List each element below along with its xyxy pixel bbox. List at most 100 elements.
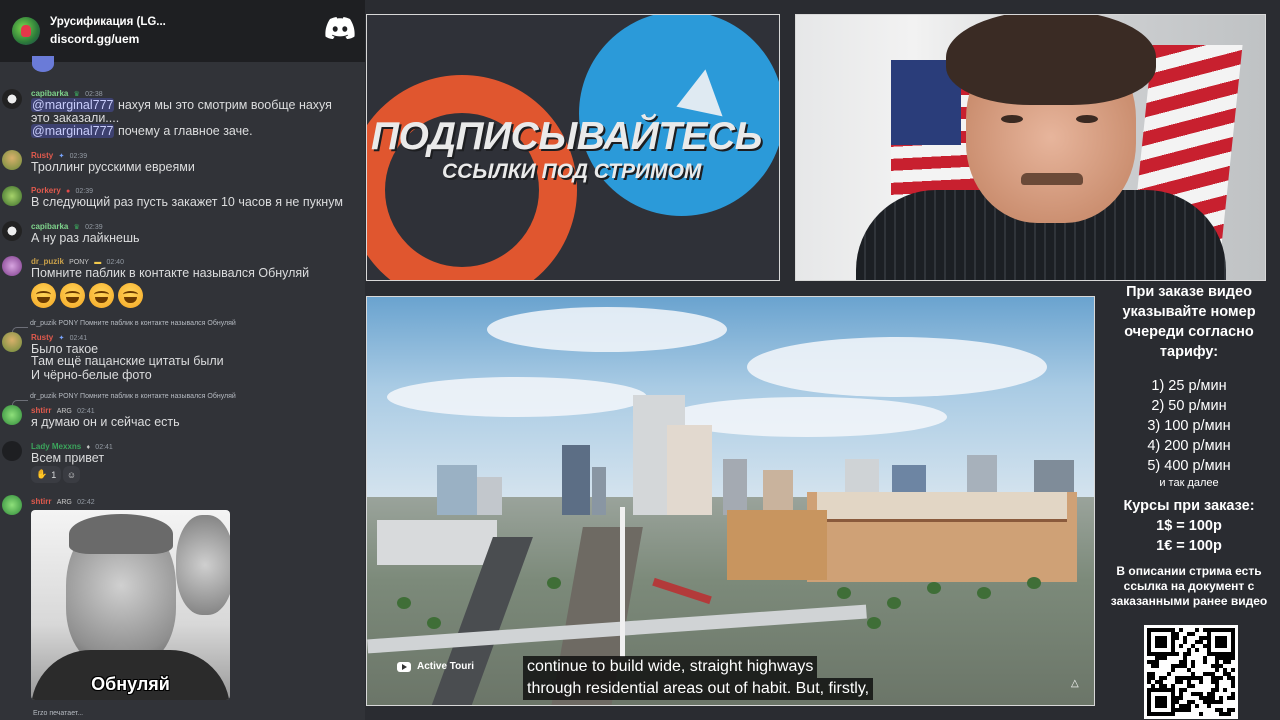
tree (837, 587, 851, 599)
avatar[interactable] (2, 405, 22, 425)
tree (977, 587, 991, 599)
typing-indicator: Erzo печатает... (33, 710, 84, 717)
role-icon: ✦ (58, 153, 65, 160)
username[interactable]: dr_puzik (31, 257, 64, 266)
timestamp: 02:38 (85, 91, 103, 98)
username[interactable]: shtirr (31, 406, 51, 415)
tree (887, 597, 901, 609)
streamer-mustache (1021, 173, 1083, 185)
timestamp: 02:41 (95, 444, 113, 451)
role-badge: ARG (56, 499, 72, 506)
building (562, 445, 590, 515)
avatar[interactable] (2, 150, 22, 170)
order-info-panel: При заказе видео указывайте номер очеред… (1098, 282, 1280, 609)
avatar[interactable] (2, 221, 22, 241)
avatar[interactable] (2, 256, 22, 276)
role-icon: ● (66, 188, 71, 195)
streamer-eye (1076, 115, 1098, 123)
server-invite-link[interactable]: discord.gg/uem (50, 31, 166, 48)
avatar[interactable] (32, 56, 54, 72)
avatar[interactable] (2, 186, 22, 206)
message-meta: capibarka ♛ 02:39 (31, 222, 103, 231)
message-text: И чёрно-белые фото (31, 368, 152, 382)
username[interactable]: Lady Mexxns (31, 442, 81, 451)
youtube-icon (397, 661, 411, 672)
laughing-emoji-icon (31, 283, 56, 308)
rates-title: Курсы при заказе: (1123, 498, 1255, 514)
tree (867, 617, 881, 629)
flag-icon: ▬ (94, 259, 102, 266)
avatar[interactable] (2, 495, 22, 515)
username[interactable]: capibarka (31, 89, 68, 98)
username[interactable]: Rusty (31, 151, 53, 160)
role-icon: ✦ (58, 335, 65, 342)
crown-icon: ♛ (73, 91, 80, 98)
message-meta: dr_puzik PONY ▬ 02:40 (31, 257, 124, 266)
meme-image[interactable]: Обнуляй (31, 510, 230, 700)
promo-subtitle: ССЫЛКИ ПОД СТРИМОМ (442, 160, 702, 183)
streamer-hair (946, 15, 1156, 105)
avatar[interactable] (2, 332, 22, 352)
streamer-eye (1001, 115, 1023, 123)
reply-preview[interactable]: dr_puzik PONY Помните паблик в контакте … (30, 393, 236, 400)
avatar[interactable] (2, 441, 22, 461)
discord-chat-panel: Урусификация (LG... discord.gg/uem capib… (0, 0, 365, 720)
warning-icon: △ (1071, 678, 1079, 689)
smile-icon: ☺ (66, 469, 77, 480)
rate-usd: 1$ = 100р (1156, 518, 1222, 534)
message-meta: Lady Mexxns ♦ 02:41 (31, 442, 113, 451)
building (667, 425, 712, 515)
subtitle-line-1: continue to build wide, straight highway… (523, 656, 818, 678)
tariff-3: 3) 100 р/мин (1147, 418, 1231, 434)
user-mention[interactable]: @marginal777 (31, 124, 115, 138)
laughing-emoji-icon (89, 283, 114, 308)
tree (927, 582, 941, 594)
message-text: В следующий раз пусть закажет 10 часов я… (31, 195, 343, 209)
message-text-part: почему а главное заче. (114, 124, 253, 138)
message-text: @marginal777 почему а главное заче. (31, 124, 253, 139)
avatar[interactable] (2, 89, 22, 109)
qr-module (1231, 712, 1235, 716)
username[interactable]: capibarka (31, 222, 68, 231)
order-intro: При заказе видео указывайте номер очеред… (1122, 284, 1256, 360)
qr-code[interactable] (1144, 625, 1238, 719)
wave-emoji-icon: ✋ (36, 469, 48, 479)
timestamp: 02:39 (69, 153, 88, 160)
channel-watermark: Active Touri (397, 661, 474, 672)
tree (427, 617, 441, 629)
server-icon[interactable] (12, 17, 40, 45)
role-icon: ♦ (86, 444, 91, 451)
username[interactable]: Rusty (31, 333, 53, 342)
message-meta: Rusty ✦ 02:39 (31, 151, 87, 160)
cloud (387, 377, 647, 417)
username[interactable]: Porkery (31, 186, 61, 195)
username[interactable]: shtirr (31, 497, 51, 506)
timestamp: 02:39 (75, 188, 94, 195)
convention-center (377, 520, 497, 565)
reaction-wave[interactable]: ✋ 1 (31, 466, 62, 483)
user-mention[interactable]: @marginal777 (31, 98, 115, 112)
subtitle-line-2: through residential areas out of habit. … (523, 678, 874, 700)
reply-preview[interactable]: dr_puzik PONY Помните паблик в контакте … (30, 320, 236, 327)
message-meta: Porkery ● 02:39 (31, 186, 93, 195)
tree (547, 577, 561, 589)
message-text: Троллинг русскими евреями (31, 160, 195, 174)
cloud (487, 307, 727, 352)
building (723, 459, 747, 515)
meme-caption: Обнуляй (91, 674, 170, 694)
tariff-etc: и так далее (1159, 477, 1219, 489)
message-text: Всем привет (31, 451, 105, 465)
rate-eur: 1€ = 100р (1156, 538, 1222, 554)
server-name: Урусификация (LG... (50, 16, 166, 28)
building (592, 467, 606, 515)
message-meta: shtirr ARG 02:42 (31, 497, 95, 506)
qr-code-pattern (1147, 628, 1235, 716)
laughing-emoji-icon (118, 283, 143, 308)
discord-logo-icon (325, 17, 355, 39)
timestamp: 02:39 (85, 224, 103, 231)
add-reaction-button[interactable]: ☺ (63, 466, 80, 483)
building (763, 470, 793, 515)
video-player[interactable]: Active Touri continue to build wide, str… (366, 296, 1095, 706)
bridge-pylon (620, 507, 625, 657)
